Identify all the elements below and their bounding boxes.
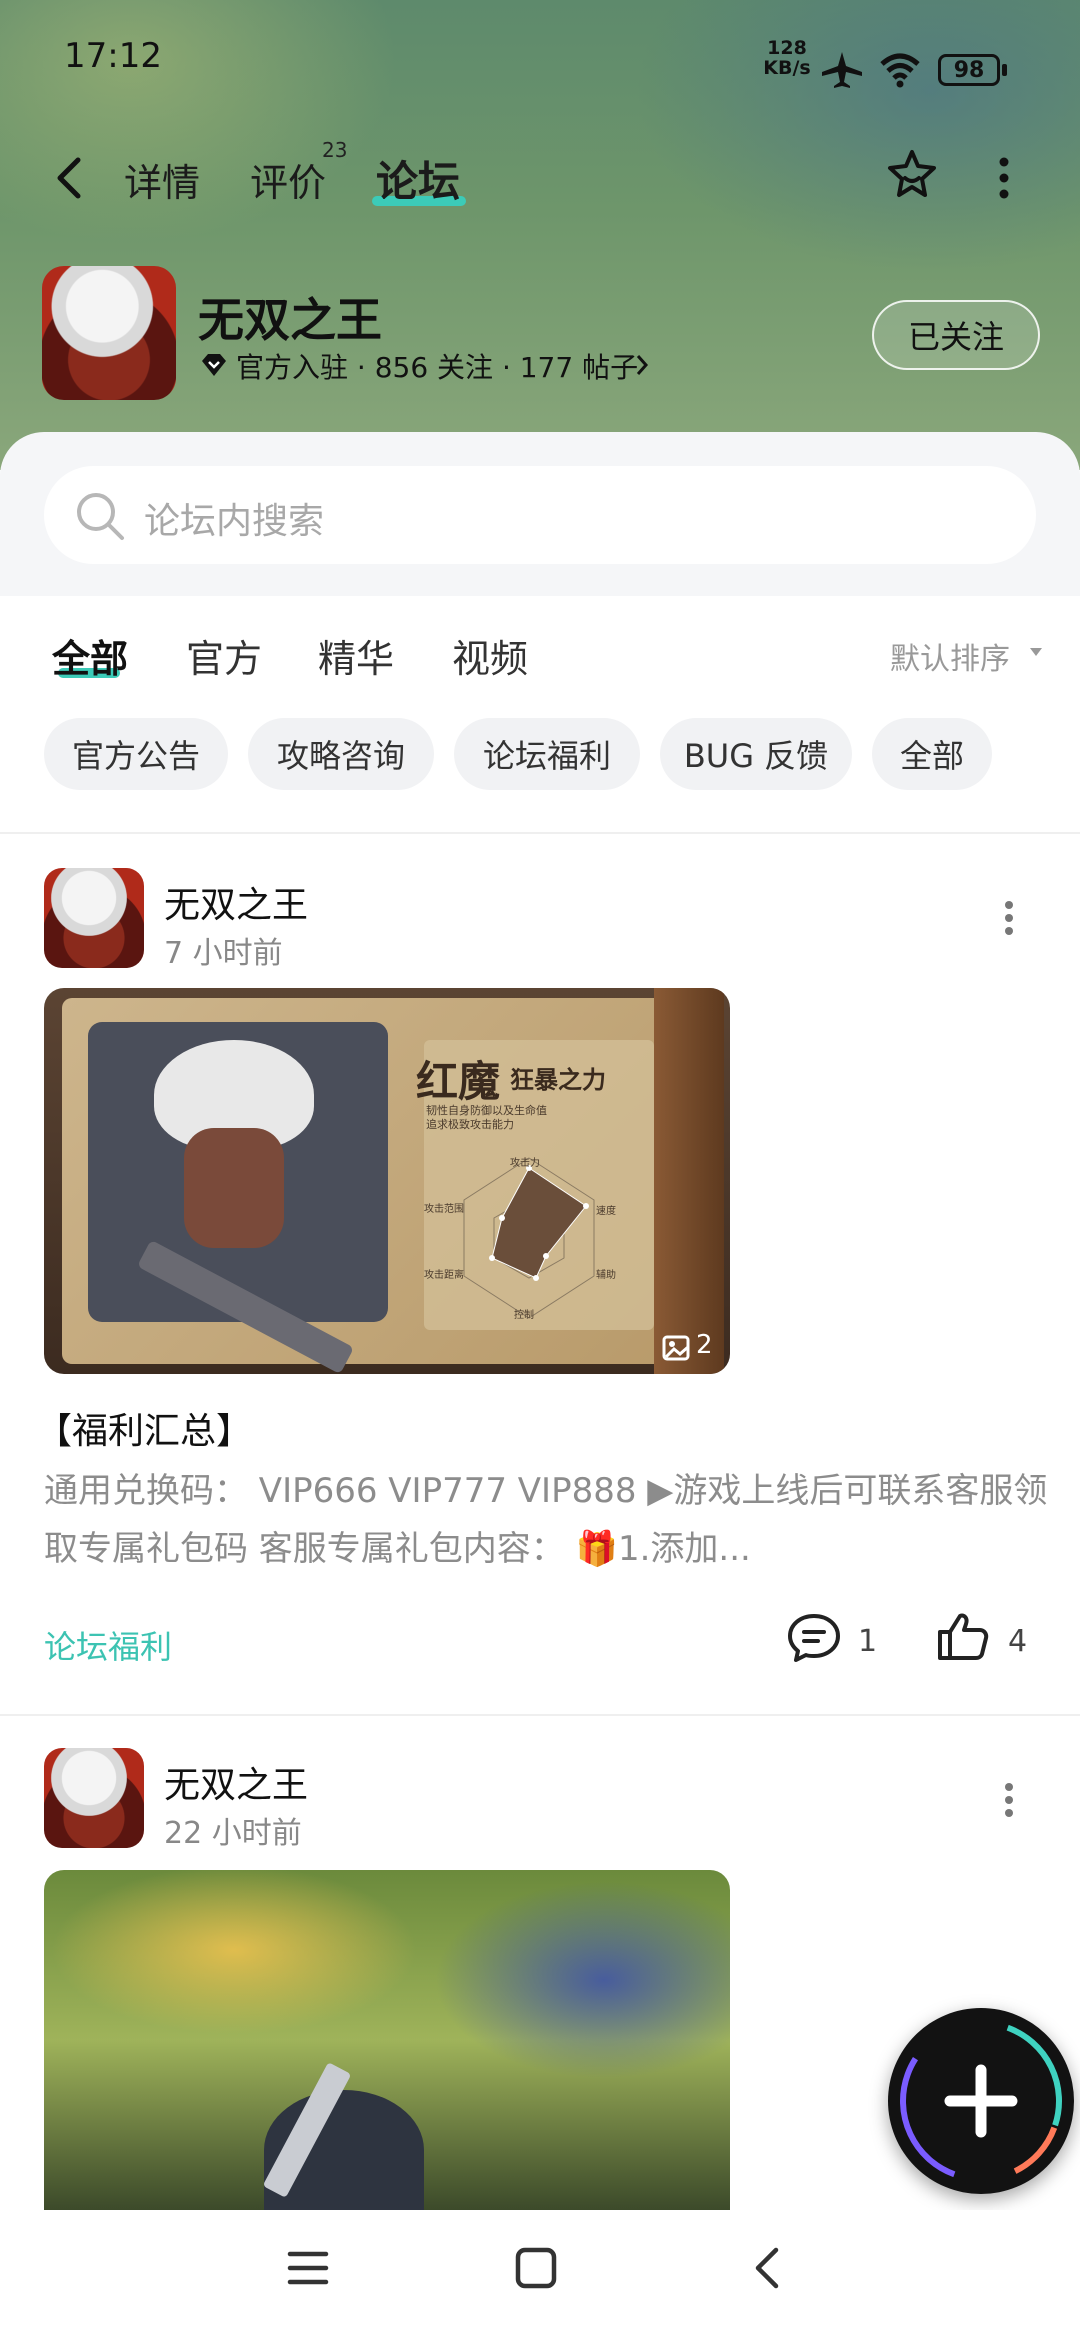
tab-featured[interactable]: 精华: [318, 628, 394, 683]
image-icon: [662, 1335, 690, 1361]
image-line: 追求极致攻击能力: [426, 1118, 514, 1131]
radar-label: 攻击力: [510, 1158, 540, 1169]
game-meta[interactable]: 官方入驻 · 856 关注 · 177 帖子: [236, 346, 638, 386]
reviews-count-badge: 23: [322, 138, 348, 162]
create-post-button[interactable]: [888, 2008, 1074, 2194]
post-author[interactable]: 无双之王: [164, 1756, 308, 1808]
post-more-icon[interactable]: [1002, 900, 1016, 936]
menu-icon[interactable]: [286, 2248, 330, 2288]
sort-dropdown[interactable]: 默认排序: [890, 634, 1010, 678]
caret-down-icon: [1030, 648, 1042, 656]
avatar[interactable]: [44, 868, 144, 968]
network-speed-value: 128: [767, 37, 807, 59]
network-speed-unit: KB/s: [763, 57, 811, 79]
character-body: [184, 1128, 284, 1248]
tab-details[interactable]: 详情: [124, 152, 200, 207]
airplane-icon: [822, 52, 862, 88]
chip-bug-feedback[interactable]: BUG 反馈: [660, 718, 852, 790]
post-title[interactable]: 【福利汇总】: [36, 1402, 252, 1454]
game-name: 无双之王: [198, 293, 382, 347]
back-icon[interactable]: [752, 2246, 782, 2290]
tab-all[interactable]: 全部: [52, 628, 128, 683]
post-divider: [0, 1714, 1080, 1716]
battery-indicator: 98: [938, 54, 1000, 86]
post-author[interactable]: 无双之王: [164, 876, 308, 928]
chip-official-announcement[interactable]: 官方公告: [44, 718, 228, 790]
chip-all[interactable]: 全部: [872, 718, 992, 790]
search-placeholder: 论坛内搜索: [144, 501, 325, 542]
post-image[interactable]: 红魔 狂暴之力 韧性自身防御以及生命值 追求极致攻击能力 攻击力 速度 辅助 控…: [44, 988, 730, 1374]
game-icon[interactable]: [42, 266, 176, 400]
plus-icon: [900, 2020, 1062, 2182]
comment-icon[interactable]: [786, 1612, 842, 1664]
chip-strategy[interactable]: 攻略咨询: [248, 718, 434, 790]
avatar[interactable]: [44, 1748, 144, 1848]
home-icon[interactable]: [514, 2246, 558, 2290]
image-subtitle: 狂暴之力: [510, 1066, 606, 1094]
post-time: 7 小时前: [164, 936, 283, 971]
chevron-right-icon: [636, 355, 649, 375]
search-icon: [77, 493, 124, 540]
tab-video[interactable]: 视频: [452, 628, 528, 683]
battery-tip: [1002, 64, 1007, 76]
tab-forum[interactable]: 论坛: [376, 148, 460, 209]
post-image[interactable]: [44, 1870, 730, 2210]
comment-count: 1: [858, 1624, 878, 1659]
post-more-icon[interactable]: [1002, 1782, 1016, 1818]
system-nav-bar: [0, 2210, 1080, 2339]
section-divider: [0, 832, 1080, 834]
tab-reviews[interactable]: 评价: [250, 152, 326, 207]
radar-label: 攻击距离: [424, 1270, 464, 1281]
radar-label: 辅助: [596, 1270, 616, 1281]
chip-forum-benefits[interactable]: 论坛福利: [454, 718, 640, 790]
wood-frame: [654, 988, 724, 1374]
wifi-icon: [880, 53, 920, 88]
post-excerpt[interactable]: 通用兑换码： VIP666 VIP777 VIP888 ▶游戏上线后可联系客服领…: [44, 1462, 1054, 1578]
post-tag[interactable]: 论坛福利: [44, 1622, 172, 1668]
tab-official[interactable]: 官方: [186, 628, 262, 683]
status-time: 17:12: [64, 36, 162, 76]
like-count: 4: [1008, 1624, 1028, 1659]
more-vertical-icon[interactable]: [996, 156, 1012, 200]
chevron-left-icon[interactable]: [54, 156, 84, 200]
radar-label: 速度: [596, 1206, 616, 1217]
search-input[interactable]: 论坛内搜索: [44, 466, 1036, 564]
star-badge-icon[interactable]: [884, 148, 940, 204]
follow-button[interactable]: 已关注: [872, 300, 1040, 370]
radar-label: 控制: [514, 1310, 534, 1321]
image-lines: 韧性自身防御以及生命值 追求极致攻击能力: [426, 1104, 547, 1132]
verified-diamond-icon: [202, 354, 226, 376]
like-icon[interactable]: [936, 1610, 990, 1664]
image-line: 韧性自身防御以及生命值: [426, 1104, 547, 1117]
radar-label: 攻击范围: [424, 1204, 464, 1215]
image-title: 红魔: [416, 1057, 501, 1106]
image-count: 2: [696, 1330, 713, 1360]
network-speed: 128 KB/s: [762, 38, 812, 78]
post-time: 22 小时前: [164, 1816, 302, 1851]
